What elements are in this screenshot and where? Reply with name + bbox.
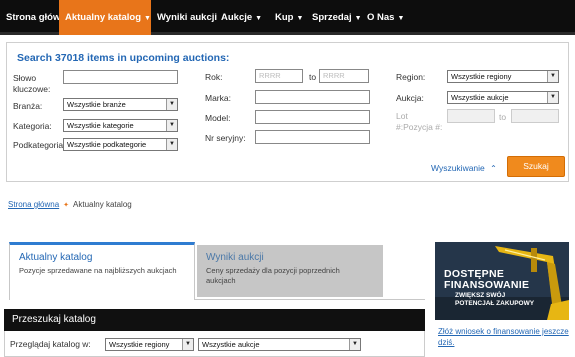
advanced-search-toggle[interactable]: Wyszukiwanie ⌃ <box>431 163 497 173</box>
auction-label: Aukcja: <box>396 93 424 103</box>
chevron-down-icon: ▼ <box>255 15 263 22</box>
category-select-value: Wszystkie kategorie <box>67 121 134 130</box>
region-select-value: Wszystkie regiony <box>451 72 512 81</box>
subcategory-label: Podkategoria: <box>13 140 66 150</box>
browse-region-select[interactable]: Wszystkie regiony ▼ <box>105 338 194 351</box>
brand-select-value: Wszystkie branże <box>67 100 126 109</box>
keywords-input[interactable] <box>63 70 178 84</box>
nav-label: Wyniki aukcji <box>157 12 218 23</box>
keywords-label: Słowo kluczowe: <box>13 73 51 94</box>
nav-label: Aukcje <box>221 12 253 23</box>
auction-select[interactable]: Wszystkie aukcje ▼ <box>447 91 559 104</box>
chevron-down-icon: ▼ <box>547 71 558 82</box>
browse-catalog-body: Przeglądaj katalog w: Wszystkie regiony … <box>4 331 425 357</box>
chevron-down-icon: ▼ <box>166 139 177 150</box>
subcategory-select[interactable]: Wszystkie podkategorie ▼ <box>63 138 178 151</box>
breadcrumb-separator-icon: ✦ <box>63 202 70 209</box>
lot-to-input[interactable] <box>511 109 559 123</box>
tab-auction-results[interactable]: Wyniki aukcji Ceny sprzedaży dla pozycji… <box>197 245 383 297</box>
search-machines-button[interactable]: Szukaj maszyn <box>507 156 565 190</box>
chevron-down-icon: ▼ <box>166 99 177 110</box>
lot-label: Lot #:Pozycja #: <box>396 111 443 132</box>
tab-subtitle: Ceny sprzedaży dla pozycji poprzednich a… <box>206 266 340 285</box>
lot-from-input[interactable] <box>447 109 495 123</box>
region-label: Region: <box>396 72 426 82</box>
model-input[interactable] <box>255 110 370 124</box>
make-label: Marka: <box>205 93 231 103</box>
category-select[interactable]: Wszystkie kategorie ▼ <box>63 119 178 132</box>
tab-title: Aktualny katalog <box>19 252 93 263</box>
search-panel-title: Search 37018 items in upcoming auctions: <box>17 52 230 64</box>
brand-label: Branża: <box>13 101 43 111</box>
nav-item-sell[interactable]: Sprzedaj ▼ <box>306 0 362 35</box>
serial-label: Nr seryjny: <box>205 133 246 143</box>
year-to-label: to <box>309 72 317 82</box>
ad-title: DOSTĘPNE FINANSOWANIE <box>444 269 529 291</box>
browse-region-value: Wszystkie regiony <box>109 340 170 349</box>
nav-item-auction-results[interactable]: Wyniki aukcji <box>151 0 218 35</box>
top-navigation: Strona główna Aktualny katalog ▼ Wyniki a… <box>0 0 575 35</box>
chevron-down-icon: ▼ <box>296 15 304 22</box>
nav-label: Sprzedaj <box>312 12 352 23</box>
auction-select-value: Wszystkie aukcje <box>451 93 509 102</box>
tab-current-catalog[interactable]: Aktualny katalog Pozycje sprzedawane na … <box>9 242 195 300</box>
nav-label: O Nas <box>367 12 395 23</box>
chevron-down-icon: ▼ <box>397 15 405 22</box>
category-label: Kategoria: <box>13 121 52 131</box>
browse-auction-select[interactable]: Wszystkie aukcje ▼ <box>198 338 361 351</box>
chevron-down-icon: ▼ <box>166 120 177 131</box>
chevron-down-icon: ▼ <box>349 339 360 350</box>
nav-item-home[interactable]: Strona główna <box>0 0 71 35</box>
chevron-down-icon: ▼ <box>144 15 151 22</box>
nav-item-buy[interactable]: Kup ▼ <box>269 0 306 35</box>
nav-item-current-catalog[interactable]: Aktualny katalog ▼ <box>59 0 151 35</box>
region-select[interactable]: Wszystkie regiony ▼ <box>447 70 559 83</box>
breadcrumb-home-link[interactable]: Strona główna <box>8 200 59 209</box>
chevron-up-icon: ⌃ <box>490 164 497 173</box>
nav-label: Kup <box>275 12 294 23</box>
model-label: Model: <box>205 113 231 123</box>
search-panel: Search 37018 items in upcoming auctions:… <box>6 42 569 190</box>
subcategory-select-value: Wszystkie podkategorie <box>67 140 147 149</box>
lot-to-label: to <box>499 112 507 122</box>
nav-item-auctions[interactable]: Aukcje ▼ <box>215 0 269 35</box>
ad-title-line: FINANSOWANIE <box>444 279 530 291</box>
ad-subtitle-line: POTENCJAŁ ZAKUPOWY <box>455 300 535 307</box>
ad-subtitle-line: ZWIĘKSZ SWÓJ <box>455 292 506 299</box>
tab-subtitle: Pozycje sprzedawane na najbliższych aukc… <box>19 266 177 275</box>
ad-subtitle: ZWIĘKSZ SWÓJ POTENCJAŁ ZAKUPOWY <box>455 292 534 308</box>
brand-select[interactable]: Wszystkie branże ▼ <box>63 98 178 111</box>
nav-label: Aktualny katalog <box>65 12 142 23</box>
year-from-input[interactable]: RRRR <box>255 69 303 83</box>
year-to-input[interactable]: RRRR <box>319 69 369 83</box>
breadcrumb-current: Aktualny katalog <box>73 200 132 209</box>
advanced-search-label: Wyszukiwanie <box>431 163 485 173</box>
tab-title: Wyniki aukcji <box>206 252 264 263</box>
breadcrumb: Strona główna ✦ Aktualny katalog <box>8 200 132 209</box>
tab-divider <box>195 299 425 300</box>
browse-auction-value: Wszystkie aukcje <box>202 340 260 349</box>
chevron-down-icon: ▼ <box>182 339 193 350</box>
browse-catalog-heading: Przeszukaj katalog <box>4 309 425 331</box>
financing-apply-link[interactable]: Złóż wniosek o finansowanie jeszcze dziś… <box>438 326 570 348</box>
chevron-down-icon: ▼ <box>547 92 558 103</box>
browse-label: Przeglądaj katalog w: <box>10 339 91 349</box>
financing-ad-banner[interactable]: DOSTĘPNE FINANSOWANIE ZWIĘKSZ SWÓJ POTEN… <box>435 242 569 320</box>
nav-item-about[interactable]: O Nas ▼ <box>361 0 407 35</box>
year-label: Rok: <box>205 72 223 82</box>
make-input[interactable] <box>255 90 370 104</box>
serial-input[interactable] <box>255 130 370 144</box>
